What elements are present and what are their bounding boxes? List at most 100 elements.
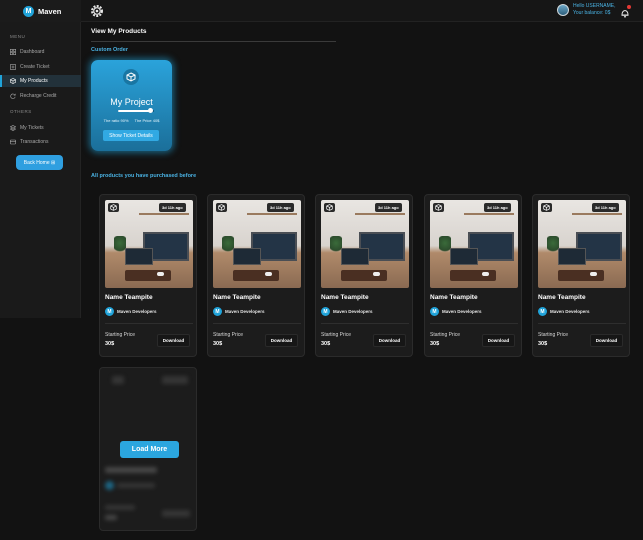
cube-icon — [123, 69, 139, 85]
others-heading: OTHERS — [10, 109, 32, 114]
show-ticket-details-button[interactable]: Show Ticket Details — [103, 130, 159, 141]
product-card[interactable]: 3d 11h ago Name Teampite M Maven Develop… — [315, 194, 413, 357]
time-badge: 3d 11h ago — [592, 203, 619, 212]
sidebar-item-label: My Products — [20, 78, 48, 84]
download-button[interactable]: Download — [482, 334, 515, 347]
price-value: 30$ — [105, 341, 115, 347]
sidebar-item-create-ticket[interactable]: Create Ticket — [0, 61, 81, 73]
price-value: 30$ — [538, 341, 548, 347]
product-name: Name Teampite — [321, 294, 369, 301]
user-info: Hello USERNAME, Your balance: 0$ — [573, 3, 616, 16]
cube-icon — [324, 203, 335, 212]
time-badge: 3d 11h ago — [159, 203, 186, 212]
sidebar-item-my-products[interactable]: My Products — [0, 75, 81, 87]
developer-logo: M — [430, 307, 439, 316]
download-button[interactable]: Download — [265, 334, 298, 347]
product-name: Name Teampite — [538, 294, 586, 301]
top-bar: M Maven Hello USERNAME, Your balance: 0$ — [0, 0, 643, 22]
download-button[interactable]: Download — [590, 334, 623, 347]
product-image — [321, 200, 409, 288]
time-badge: 3d 11h ago — [375, 203, 402, 212]
sidebar-item-label: Transactions — [20, 139, 49, 145]
product-card[interactable]: 3d 11h ago Name Teampite M Maven Develop… — [207, 194, 305, 357]
divider — [321, 323, 409, 324]
sidebar-item-dashboard[interactable]: Dashboard — [0, 46, 81, 58]
price-label: Starting Price — [321, 332, 352, 338]
menu-heading: MENU — [10, 34, 26, 39]
sidebar: MENU Dashboard Create Ticket My Products… — [0, 22, 81, 318]
custom-order-heading: Custom Order — [91, 47, 128, 53]
price-label: Starting Price — [213, 332, 244, 338]
gear-icon[interactable] — [89, 3, 105, 19]
divider — [91, 41, 336, 42]
project-title: My Project — [110, 97, 153, 107]
product-name: Name Teampite — [430, 294, 478, 301]
card-icon — [10, 139, 16, 145]
back-home-button[interactable]: Back Home ⊞ — [16, 155, 63, 170]
divider — [213, 323, 301, 324]
price-value: 30$ — [430, 341, 440, 347]
product-image — [538, 200, 626, 288]
sidebar-item-my-tickets[interactable]: My Tickets — [0, 122, 81, 134]
product-image — [213, 200, 301, 288]
cube-icon — [541, 203, 552, 212]
divider — [105, 323, 193, 324]
divider — [430, 323, 518, 324]
price-label: Starting Price — [105, 332, 136, 338]
load-more-card: Load More — [99, 367, 197, 531]
project-meta: The ratio 90% The Price 40$ — [91, 118, 172, 123]
developer-logo: M — [105, 307, 114, 316]
sidebar-item-label: Recharge Credit — [20, 93, 57, 99]
price-value: 30$ — [213, 341, 223, 347]
product-name: Name Teampite — [105, 294, 153, 301]
purchased-heading: All products you have purchased before — [91, 173, 197, 179]
plus-square-icon — [10, 64, 16, 70]
cube-icon — [216, 203, 227, 212]
project-ratio: The ratio 90% — [103, 118, 129, 123]
product-card[interactable]: 3d 11h ago Name Teampite M Maven Develop… — [99, 194, 197, 357]
cube-icon — [433, 203, 444, 212]
product-image — [430, 200, 518, 288]
developer-name: Maven Developers — [225, 309, 265, 314]
cube-icon — [10, 78, 16, 84]
sidebar-item-recharge-credit[interactable]: Recharge Credit — [0, 90, 81, 102]
project-progress-knob — [148, 108, 154, 113]
sidebar-item-label: Dashboard — [20, 49, 45, 55]
time-badge: 3d 11h ago — [267, 203, 294, 212]
brand-logo: M — [23, 5, 34, 17]
product-image — [105, 200, 193, 288]
load-more-button[interactable]: Load More — [120, 441, 179, 458]
sidebar-item-transactions[interactable]: Transactions — [0, 136, 81, 148]
developer-logo: M — [213, 307, 222, 316]
project-card[interactable]: My Project The ratio 90% The Price 40$ S… — [91, 60, 172, 151]
product-card[interactable]: 3d 11h ago Name Teampite M Maven Develop… — [532, 194, 630, 357]
stack-icon — [10, 125, 16, 131]
product-card[interactable]: 3d 11h ago Name Teampite M Maven Develop… — [424, 194, 522, 357]
developer-name: Maven Developers — [117, 309, 157, 314]
refresh-icon — [10, 93, 16, 99]
sidebar-item-label: My Tickets — [20, 125, 44, 131]
notification-dot — [627, 5, 631, 9]
avatar[interactable] — [557, 4, 569, 16]
balance: Your balance: 0$ — [573, 9, 611, 16]
developer-logo: M — [321, 307, 330, 316]
download-button[interactable]: Download — [373, 334, 406, 347]
project-progress-fill — [118, 110, 151, 112]
grid-icon — [10, 49, 16, 55]
cube-icon — [108, 203, 119, 212]
developer-name: Maven Developers — [442, 309, 482, 314]
developer-name: Maven Developers — [333, 309, 373, 314]
brand[interactable]: M Maven — [0, 0, 81, 22]
product-name: Name Teampite — [213, 294, 261, 301]
sidebar-item-label: Create Ticket — [20, 64, 50, 70]
project-progress — [118, 108, 154, 113]
download-button[interactable]: Download — [157, 334, 190, 347]
price-label: Starting Price — [430, 332, 461, 338]
price-value: 30$ — [321, 341, 331, 347]
divider — [538, 323, 626, 324]
brand-name: Maven — [38, 6, 62, 16]
developer-name: Maven Developers — [550, 309, 590, 314]
time-badge: 3d 11h ago — [484, 203, 511, 212]
developer-logo: M — [538, 307, 547, 316]
greeting: Hello USERNAME, — [573, 3, 616, 9]
